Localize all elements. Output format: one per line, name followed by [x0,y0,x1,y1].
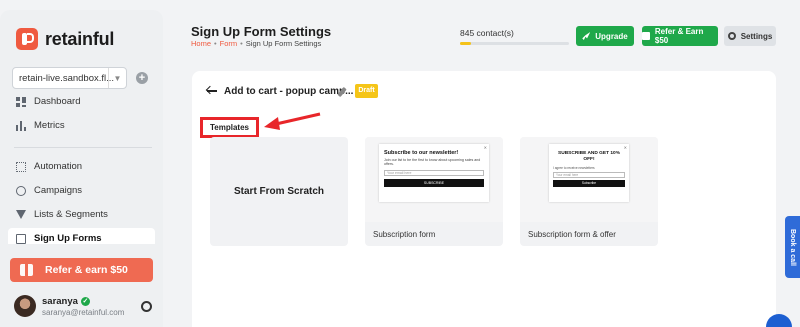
add-store-icon[interactable]: + [136,72,148,84]
user-profile[interactable]: saranya ✓ saranya@retainful.com [14,295,124,317]
automation-icon [16,161,26,172]
gear-icon [727,32,736,40]
dashboard-icon [16,96,26,107]
breadcrumb: Home • Form • Sign Up Form Settings [191,39,321,48]
sidebar-item-dashboard[interactable]: Dashboard [16,96,80,107]
template-card-subscription-offer[interactable]: ✕ SUBSCRIBE AND GET 10% OFF! I agree to … [520,137,658,246]
preview-popup: ✕ Subscribe to our newsletter! Join our … [379,144,489,202]
sidebar-item-automation[interactable]: Automation [16,161,82,172]
upgrade-label: Upgrade [595,31,628,41]
metrics-icon [16,120,26,131]
breadcrumb-home[interactable]: Home [191,39,211,48]
sidebar-item-label: Campaigns [34,185,83,196]
preview-button: Subscribe [553,180,625,187]
annotation-arrow [264,112,321,130]
back-arrow-icon[interactable] [206,85,218,97]
settings-label: Settings [740,31,773,41]
template-preview: ✕ SUBSCRIBE AND GET 10% OFF! I agree to … [520,137,658,222]
user-email: saranya@retainful.com [42,307,125,317]
campaigns-icon [16,185,26,196]
preview-input: Your email here [553,172,625,178]
preview-text: Join our list to be the first to know ab… [384,158,481,167]
breadcrumb-current: Sign Up Form Settings [245,39,322,48]
template-label: Subscription form & offer [528,230,616,239]
contacts-progress-bar [460,42,569,45]
verified-check-icon: ✓ [80,296,90,306]
avatar [14,295,36,317]
sidebar-item-lists-segments[interactable]: Lists & Segments [16,209,108,220]
sidebar-item-label: Metrics [34,120,65,131]
breadcrumb-form[interactable]: Form [220,39,238,48]
book-call-label: Book a call [789,228,796,266]
form-icon [16,233,26,244]
campaign-title: Add to cart - popup camp... [224,86,354,97]
gift-icon [20,264,33,276]
rocket-icon [582,32,591,40]
sidebar-item-sign-up-forms[interactable]: Sign Up Forms [16,233,102,244]
sidebar-item-campaigns[interactable]: Campaigns [16,185,82,196]
page-title: Sign Up Form Settings [191,24,332,39]
chat-icon[interactable] [766,314,792,327]
gear-icon[interactable] [141,301,152,312]
contacts-count: 845 contact(s) [460,28,514,38]
template-preview: ✕ Subscribe to our newsletter! Join our … [365,137,503,222]
store-select[interactable]: retain-live.sandbox.fl... ▼ [12,67,127,89]
book-a-call-tab[interactable]: Book a call [785,216,800,278]
close-icon: ✕ [483,145,487,150]
template-label: Subscription form [373,230,436,239]
chevron-down-icon: ▼ [108,68,126,88]
store-select-value: retain-live.sandbox.fl... [19,72,115,84]
preview-heading: Subscribe to our newsletter! [384,150,459,156]
preview-popup: ✕ SUBSCRIBE AND GET 10% OFF! I agree to … [549,144,629,202]
preview-checkbox: I agree to receive newsletters [553,166,595,170]
preview-button: SUBSCRIBE [384,179,484,188]
template-card-subscription[interactable]: ✕ Subscribe to our newsletter! Join our … [365,137,503,246]
sidebar-item-label: Sign Up Forms [34,233,102,244]
refer-earn-button[interactable]: Refer & Earn $50 [642,26,718,46]
refer-earn-sidebar-label: Refer & earn $50 [45,264,128,276]
upgrade-button[interactable]: Upgrade [576,26,634,46]
template-card-scratch[interactable]: Start From Scratch [210,137,348,246]
sidebar-item-label: Lists & Segments [34,209,108,220]
breadcrumb-separator: • [214,39,217,48]
retainful-logo-icon [16,28,38,50]
sidebar-item-metrics[interactable]: Metrics [16,120,65,131]
refer-earn-label: Refer & Earn $50 [654,27,704,45]
user-name-row: saranya ✓ [42,296,124,307]
logo[interactable]: retainful [16,28,114,50]
sidebar-item-label: Automation [34,161,83,172]
settings-button[interactable]: Settings [724,26,776,46]
templates-section-label: Templates [200,117,259,138]
filter-icon [16,210,26,219]
brand-name: retainful [45,28,115,49]
contacts-progress-fill [460,42,471,45]
preview-input: Your email here [384,170,484,177]
sidebar-item-label: Dashboard [34,96,81,107]
status-badge: Draft [355,84,378,98]
nav-divider [14,147,152,148]
preview-heading: SUBSCRIBE AND GET 10% OFF! [558,151,620,162]
refer-earn-sidebar-button[interactable]: Refer & earn $50 [10,258,153,282]
scratch-label: Start From Scratch [233,186,325,197]
close-icon: ✕ [623,145,627,150]
gift-icon [642,32,650,40]
user-name: saranya [42,295,78,307]
breadcrumb-separator: • [240,39,243,48]
templates-label-text: Templates [210,123,249,132]
